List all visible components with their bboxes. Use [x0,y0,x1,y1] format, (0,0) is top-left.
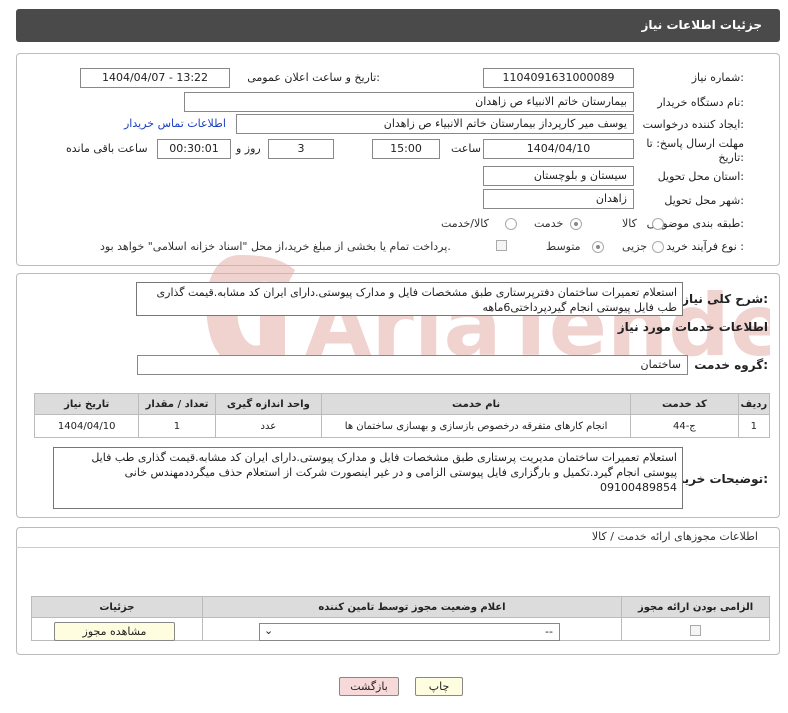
service-group-field: ساختمان [137,355,688,375]
cell-unit: عدد [214,414,323,438]
remaining-field: 00:30:01 [157,139,231,159]
select-chevron-icon: ⌄ [264,624,274,637]
summary-label: شرح کلی نیاز: [682,292,768,306]
need-number-label: شماره نیاز: [691,71,744,84]
category-goods-radio[interactable] [652,218,664,230]
process-medium-radio[interactable] [592,241,604,253]
cell-index: 1 [737,414,771,438]
col-details: جزئیات [31,596,203,618]
remaining-label: ساعت باقی مانده [66,142,148,155]
view-permit-button[interactable]: مشاهده مجوز [54,622,175,641]
days-field: 3 [268,139,334,159]
col-code: کد خدمت [630,393,739,415]
cell-date: 1404/04/10 [33,414,140,438]
city-label: شهر محل تحویل: [664,194,744,207]
category-goods-label: کالا [622,217,637,230]
days-label: روز و [236,142,261,155]
buyer-notes-text: استعلام تعمیرات ساختمان مدیریت پرستاری ط… [53,447,683,509]
payment-note: پرداخت تمام یا بخشی از مبلغ خرید،از محل … [100,240,451,253]
col-name: نام خدمت [321,393,632,415]
services-table: تاریخ نیاز تعداد / مقدار واحد اندازه گیر… [33,393,771,438]
need-number-field: 1104091631000089 [483,68,634,88]
creator-label: ایجاد کننده درخواست: [642,118,744,131]
divider [16,547,780,548]
category-service-label: خدمت [534,217,564,230]
process-medium-label: متوسط [546,240,581,253]
service-group-label: گروه خدمت: [694,358,768,372]
announce-field: 1404/04/07 - 13:22 [80,68,230,88]
col-date: تاریخ نیاز [33,393,140,415]
permits-title: اطلاعات مجوزهای ارائه خدمت / کالا [591,530,758,543]
col-unit: واحد اندازه گیری [214,393,323,415]
summary-text: استعلام تعمیرات ساختمان دفترپرستاری طبق … [136,282,683,316]
process-label: نوع فرآیند خرید : [666,240,744,253]
city-field: زاهدان [483,189,634,209]
cell-qty: 1 [138,414,216,438]
category-both-label: کالا/خدمت [441,217,489,230]
page-title: جزئیات اطلاعات نیاز [641,18,762,32]
buyer-label: نام دستگاه خریدار: [657,96,744,109]
process-minor-radio[interactable] [652,241,664,253]
required-checkbox[interactable] [690,625,701,636]
permit-status-select[interactable]: ⌄ -- [259,623,560,641]
col-required: الزامی بودن ارائه مجوز [621,596,770,618]
col-status: اعلام وضعیت مجوز توسط تامین کننده [201,596,623,618]
deadline-label: مهلت ارسال پاسخ: تا تاریخ: [646,137,744,164]
select-value: -- [545,625,553,638]
print-button[interactable]: چاپ [415,677,463,696]
deadline-date-field: 1404/04/10 [483,139,634,159]
cell-name: انجام کارهای متفرقه درخصوص بازسازی و بهس… [321,414,632,438]
col-qty: تعداد / مقدار [138,393,216,415]
buyer-field: بیمارستان خاتم الانبیاء ص زاهدان [184,92,634,112]
announce-label: تاریخ و ساعت اعلان عمومی: [247,71,380,84]
cell-code: ج-44 [630,414,739,438]
time-label: ساعت [451,142,481,155]
table-row: 1404/04/10 1 عدد انجام کارهای متفرقه درخ… [33,414,771,438]
process-minor-label: جزیی [622,240,648,253]
services-title: اطلاعات خدمات مورد نیاز [617,320,768,334]
treasury-checkbox[interactable] [496,240,507,251]
province-label: استان محل تحویل: [657,170,744,183]
category-both-radio[interactable] [505,218,517,230]
contact-buyer-link[interactable]: اطلاعات تماس خریدار [124,117,226,130]
back-button[interactable]: بازگشت [339,677,399,696]
province-field: سیستان و بلوچستان [483,166,634,186]
title-bar: جزئیات اطلاعات نیاز [16,9,780,42]
creator-field: یوسف میر کارپرداز بیمارستان خاتم الانبیا… [236,114,634,134]
col-index: ردیف [737,393,771,415]
category-service-radio[interactable] [570,218,582,230]
deadline-time-field: 15:00 [372,139,440,159]
